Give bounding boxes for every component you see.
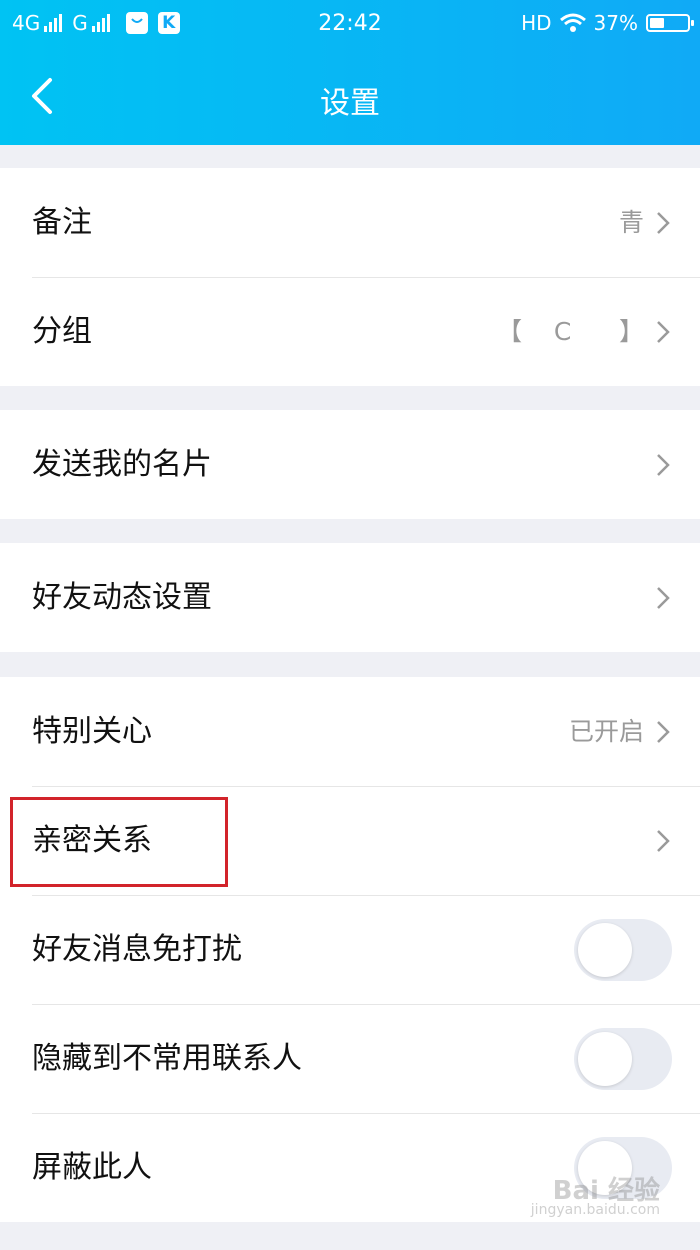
special-care-value: 已开启 [568,717,644,746]
special-care-row[interactable]: 特别关心 已开启 [0,677,700,786]
intimate-relation-row[interactable]: 亲密关系 [0,786,700,895]
header: 4G G K 22:42 HD 37% 设置 [0,0,700,145]
chevron-right-icon [657,321,670,343]
chevron-right-icon [657,587,670,609]
remark-label: 备注 [32,205,92,240]
settings-group-4: 特别关心 已开启 亲密关系 好友消息免打扰 隐藏到不常用联系人 屏蔽此人 [0,677,700,1222]
intimate-relation-label: 亲密关系 [32,823,152,858]
settings-group-1: 备注 青 分组 【 C 】 [0,168,700,386]
settings-group-2: 发送我的名片 [0,410,700,519]
toggle-knob [578,1032,632,1086]
friend-feed-settings-label: 好友动态设置 [32,580,212,615]
mute-messages-label: 好友消息免打扰 [32,932,242,967]
settings-group-3: 好友动态设置 [0,543,700,652]
send-card-row[interactable]: 发送我的名片 [0,410,700,519]
chevron-right-icon [657,454,670,476]
chevron-right-icon [657,212,670,234]
hide-contact-label: 隐藏到不常用联系人 [32,1041,302,1076]
chevron-right-icon [657,721,670,743]
group-value: 【 C 】 [497,317,644,346]
hd-label: HD [521,11,552,35]
group-label: 分组 [32,314,92,349]
mute-messages-row: 好友消息免打扰 [0,895,700,1004]
mute-messages-toggle[interactable] [574,919,672,981]
block-user-label: 屏蔽此人 [32,1150,152,1185]
remark-value: 青 [618,208,644,237]
wifi-icon [559,13,586,32]
send-card-label: 发送我的名片 [32,447,212,482]
hide-contact-toggle[interactable] [574,1028,672,1090]
status-right: HD 37% [521,11,694,35]
remark-row[interactable]: 备注 青 [0,168,700,277]
battery-icon [646,14,694,32]
page-title: 设置 [320,86,380,121]
watermark-url: jingyan.baidu.com [530,1202,660,1218]
toggle-knob [578,923,632,977]
hide-contact-row: 隐藏到不常用联系人 [0,1004,700,1113]
chevron-right-icon [657,830,670,852]
special-care-label: 特别关心 [32,714,152,749]
friend-feed-settings-row[interactable]: 好友动态设置 [0,543,700,652]
status-bar: 4G G K 22:42 HD 37% [0,0,700,50]
group-row[interactable]: 分组 【 C 】 [0,277,700,386]
battery-percent: 37% [593,11,638,35]
